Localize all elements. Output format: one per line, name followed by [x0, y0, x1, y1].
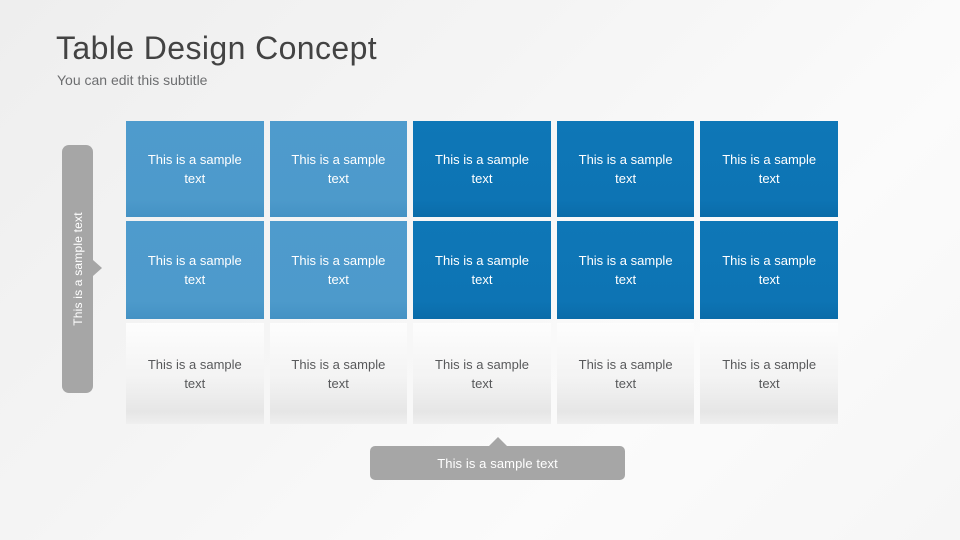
- table-cell-label: This is a sample text: [291, 253, 386, 287]
- table-cell-label: This is a sample text: [147, 253, 242, 287]
- concept-table: This is a sample text This is a sample te…: [126, 121, 838, 424]
- table-cell-label: This is a sample text: [578, 152, 673, 186]
- table-cell[interactable]: This is a sample text: [126, 121, 264, 217]
- table-cell[interactable]: This is a sample text: [126, 221, 264, 319]
- table-cell-label: This is a sample text: [147, 356, 242, 391]
- table-cell-label: This is a sample text: [578, 253, 673, 287]
- table-cell-label: This is a sample text: [722, 253, 817, 287]
- table-cell[interactable]: This is a sample text: [413, 121, 551, 217]
- table-cell-label: This is a sample text: [435, 253, 529, 287]
- table-cell[interactable]: This is a sample text: [126, 323, 264, 424]
- table-cell-label: This is a sample text: [435, 356, 529, 391]
- table-cell-label: This is a sample text: [722, 356, 817, 391]
- table-cell[interactable]: This is a sample text: [556, 221, 695, 319]
- table-cell-label: This is a sample text: [147, 152, 242, 186]
- table-cell[interactable]: This is a sample text: [700, 323, 838, 424]
- table-cell[interactable]: This is a sample text: [269, 121, 408, 217]
- bottom-callout-label: This is a sample text: [437, 455, 558, 471]
- table-cell[interactable]: This is a sample text: [700, 121, 838, 217]
- left-vertical-callout[interactable]: This is a sample text: [62, 145, 93, 393]
- table-cell-label: This is a sample text: [435, 152, 529, 186]
- left-callout-label: This is a sample text: [70, 212, 85, 326]
- slide-canvas: Table Design Concept You can edit this s…: [0, 0, 960, 540]
- table-cell[interactable]: This is a sample text: [269, 323, 408, 424]
- table-cell-label: This is a sample text: [291, 356, 386, 391]
- table-cell[interactable]: This is a sample text: [700, 221, 838, 319]
- table-cell[interactable]: This is a sample text: [413, 323, 551, 424]
- page-title: Table Design Concept: [56, 30, 378, 66]
- page-subtitle: You can edit this subtitle: [57, 72, 208, 88]
- bottom-callout-arrow-icon: [489, 437, 507, 446]
- table-cell[interactable]: This is a sample text: [269, 221, 408, 319]
- table-cell-label: This is a sample text: [722, 152, 817, 186]
- table-cell-label: This is a sample text: [291, 152, 386, 186]
- table-cell[interactable]: This is a sample text: [556, 121, 695, 217]
- left-callout-arrow-icon: [93, 260, 102, 276]
- table-cell[interactable]: This is a sample text: [556, 323, 695, 424]
- table-cell-label: This is a sample text: [578, 356, 673, 391]
- bottom-callout[interactable]: This is a sample text: [370, 446, 625, 480]
- table-cell[interactable]: This is a sample text: [413, 221, 551, 319]
